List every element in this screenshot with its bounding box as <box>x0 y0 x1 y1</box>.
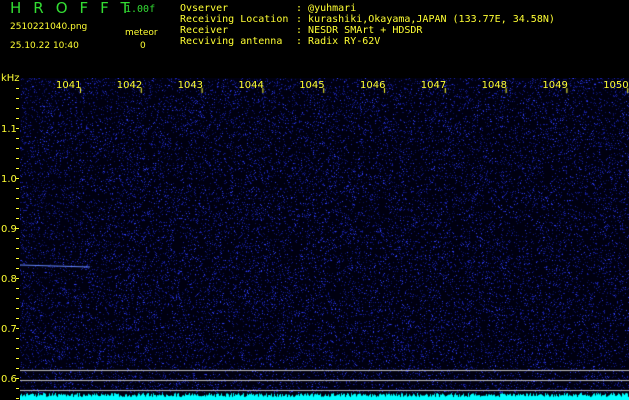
y-tick <box>16 308 19 309</box>
info-row: Ovserver: @yuhmari <box>180 3 357 14</box>
y-tick <box>16 238 19 239</box>
x-tick-label: 1043 <box>177 80 204 91</box>
x-tick-label: 1042 <box>116 80 143 91</box>
meteor-count: 0 <box>140 41 146 51</box>
y-tick <box>16 188 19 189</box>
y-tick <box>16 88 19 89</box>
y-tick <box>16 398 19 399</box>
x-tick-label: 1045 <box>299 80 325 91</box>
filename: 2510221040.png <box>10 22 88 32</box>
meteor-label: meteor <box>125 28 158 38</box>
x-tick-label: 1047 <box>420 80 447 91</box>
station-info: Ovserver: @yuhmari Receiving Location: ku… <box>180 3 555 47</box>
y-tick <box>16 128 19 129</box>
y-tick <box>16 208 19 209</box>
x-tick-label: 1046 <box>360 80 386 91</box>
y-tick <box>16 138 19 139</box>
y-tick-label: 1.1 <box>1 124 17 135</box>
y-tick <box>16 198 19 199</box>
info-row: Recviving antenna: Radix RY-62V <box>180 36 381 47</box>
y-tick <box>16 298 19 299</box>
y-tick <box>16 258 19 259</box>
y-tick <box>16 248 19 249</box>
datetime: 25.10.22 10:40 <box>10 41 79 51</box>
y-unit-label: kHz <box>1 73 20 84</box>
y-tick <box>16 338 19 339</box>
y-tick-label: 0.7 <box>1 324 17 335</box>
y-tick-label: 0.8 <box>1 274 17 285</box>
x-tick-label: 1041 <box>56 80 82 91</box>
y-tick-label: 0.9 <box>1 224 17 235</box>
info-row: Receiver: NESDR SMArt + HDSDR <box>180 25 423 36</box>
spectrogram <box>20 78 629 400</box>
y-tick <box>16 228 19 229</box>
y-tick <box>16 178 19 179</box>
y-tick <box>16 168 19 169</box>
x-tick-label: 1048 <box>481 80 508 91</box>
y-tick <box>16 358 19 359</box>
y-tick <box>16 388 19 389</box>
info-row: Receiving Location: kurashiki,Okayama,JA… <box>180 14 555 25</box>
y-tick <box>16 268 19 269</box>
y-tick <box>16 218 19 219</box>
y-tick <box>16 348 19 349</box>
y-tick <box>16 278 19 279</box>
app-title: HROFFT <box>10 0 142 17</box>
y-tick <box>16 288 19 289</box>
y-tick <box>16 148 19 149</box>
x-tick-label: 1044 <box>238 80 264 91</box>
y-tick-label: 0.6 <box>1 374 17 385</box>
y-tick <box>16 118 19 119</box>
version: 1.00f <box>125 4 156 15</box>
y-tick <box>16 108 19 109</box>
y-tick-label: 1.0 <box>1 174 17 185</box>
x-tick-label: 1050 <box>603 80 629 91</box>
x-tick-label: 1049 <box>542 80 568 91</box>
y-tick <box>16 328 19 329</box>
y-tick <box>16 158 19 159</box>
y-tick <box>16 368 19 369</box>
y-tick <box>16 318 19 319</box>
y-tick <box>16 378 19 379</box>
y-tick <box>16 98 19 99</box>
